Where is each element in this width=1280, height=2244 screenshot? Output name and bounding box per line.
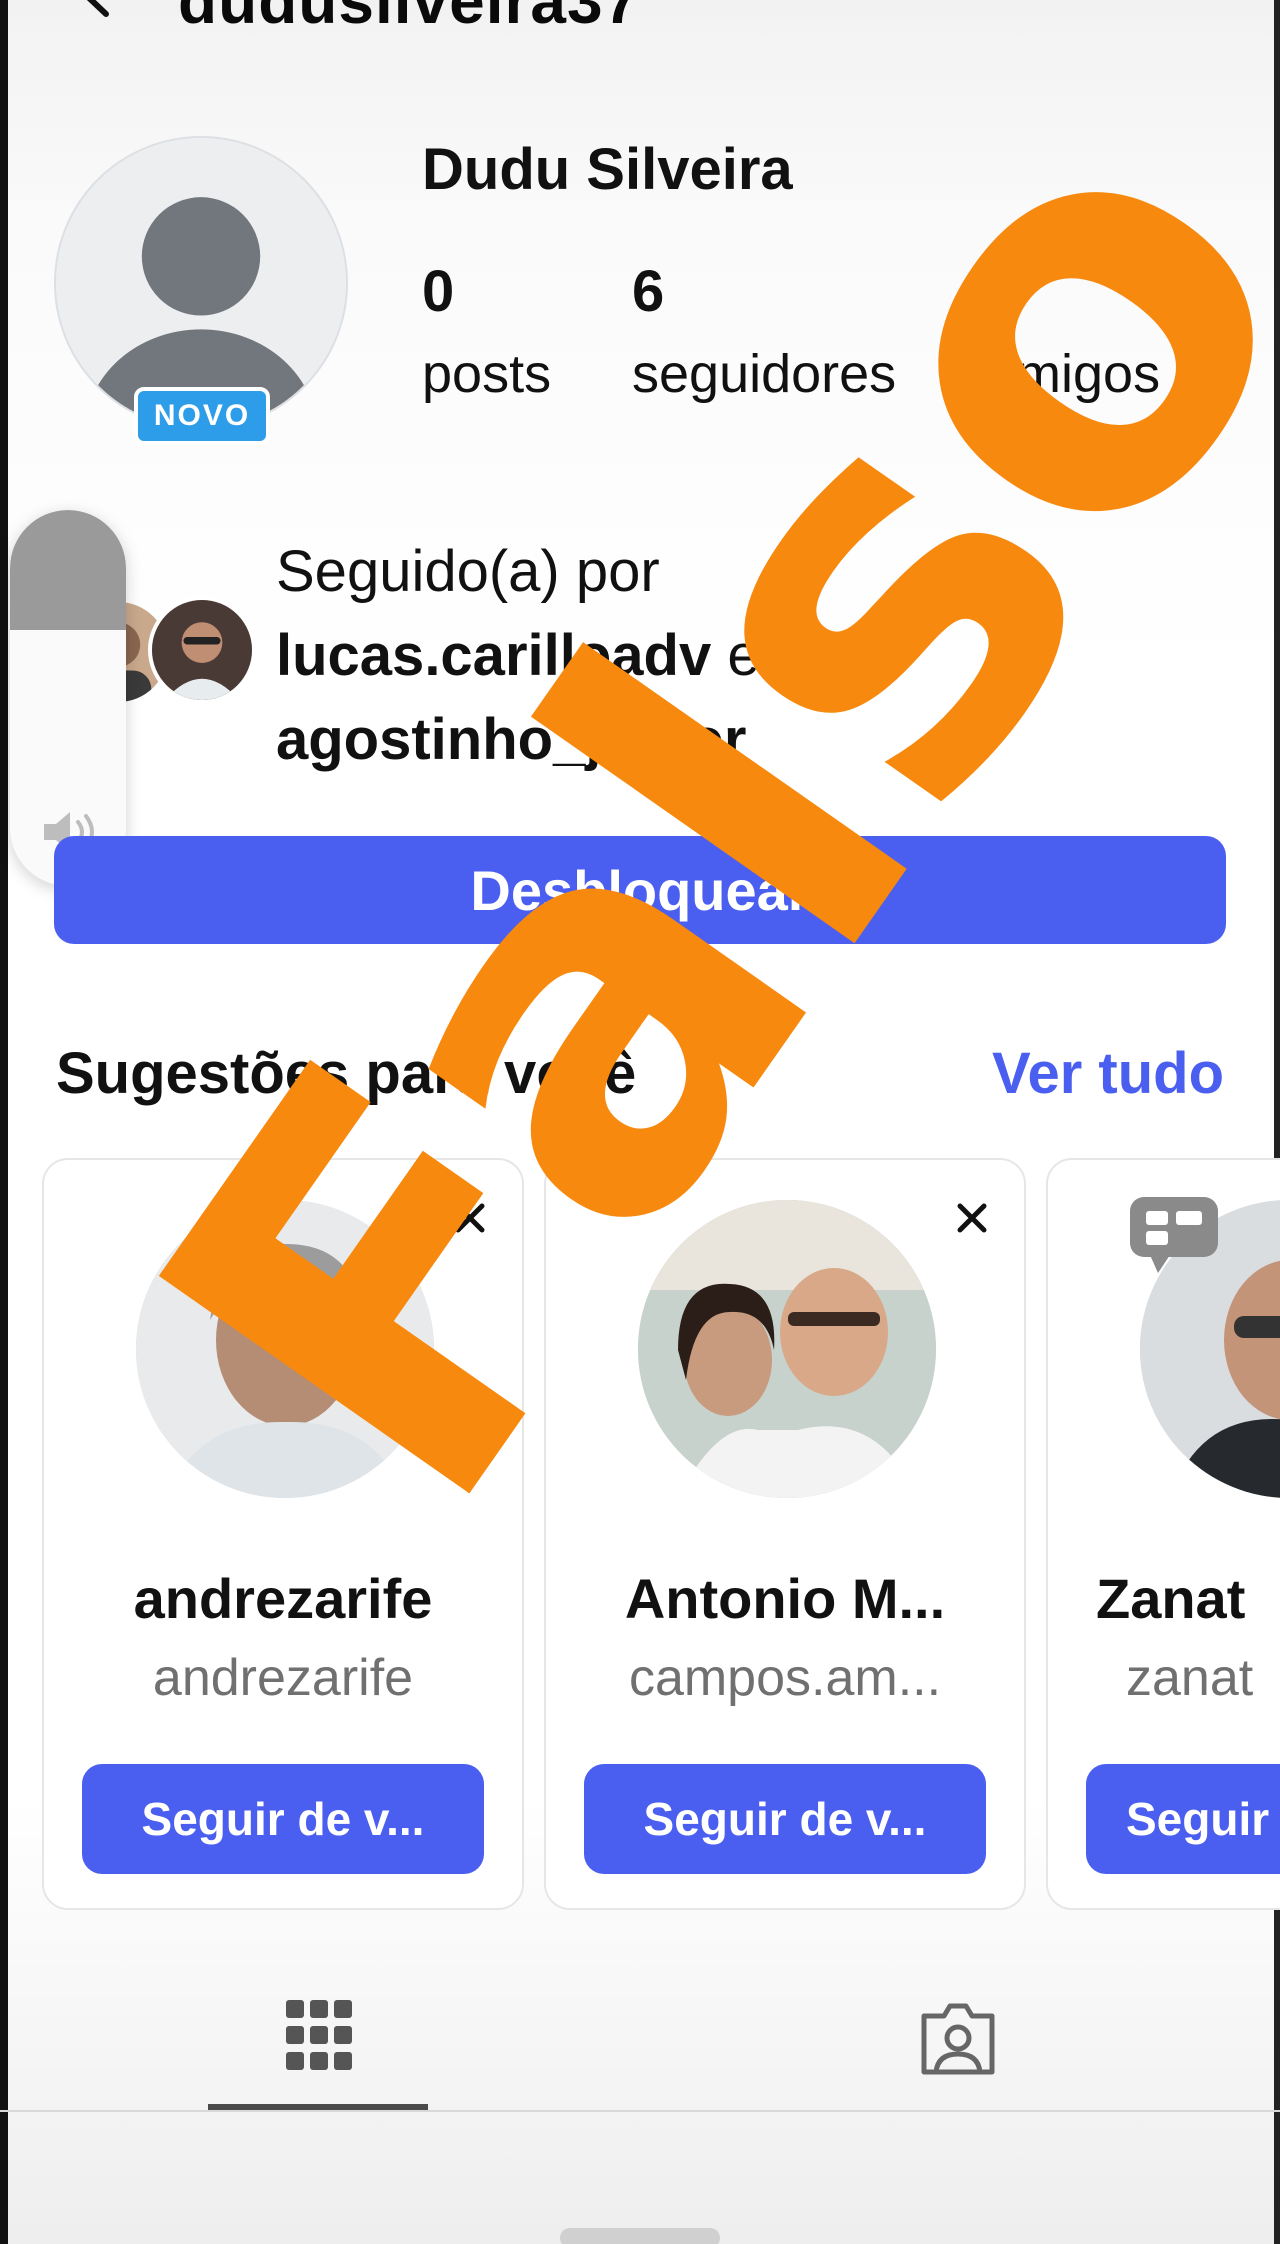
back-arrow-icon[interactable] — [72, 0, 122, 20]
tagged-photos-icon[interactable] — [916, 1996, 1000, 2080]
unblock-button[interactable]: Desbloquear — [54, 836, 1226, 944]
follower-photo-2 — [152, 600, 252, 700]
dismiss-icon[interactable] — [448, 1196, 492, 1240]
followed-by-line: lucas.carilloadv e — [276, 622, 760, 689]
followers-count[interactable]: 6 — [632, 258, 664, 325]
followed-by-prefix: Seguido(a) por — [276, 539, 660, 604]
suggestion-photo-image — [638, 1200, 936, 1498]
volume-slider[interactable] — [10, 510, 126, 886]
follower-link-2[interactable]: agostinho_junior — [276, 706, 746, 773]
see-all-link[interactable]: Ver tudo — [992, 1040, 1224, 1107]
dismiss-icon[interactable] — [950, 1196, 994, 1240]
followers-label[interactable]: seguidores — [632, 343, 896, 405]
top-bar: dudusilveira37 — [0, 0, 1280, 40]
suggestion-card[interactable]: Antonio M... campos.am... Seguir de v... — [544, 1158, 1026, 1910]
suggestion-photo-image — [136, 1200, 434, 1498]
suggestion-name[interactable]: Antonio M... — [546, 1566, 1024, 1631]
follow-back-button[interactable]: Seguir de v... — [82, 1764, 484, 1874]
follower-avatar-2[interactable] — [148, 596, 256, 704]
profile-display-name: Dudu Silveira — [422, 137, 793, 202]
follow-back-button[interactable]: Seguir de v... — [584, 1764, 986, 1874]
follower-link-1[interactable]: lucas.carilloadv — [276, 623, 711, 688]
grid-icon[interactable] — [284, 1996, 354, 2076]
suggestion-photo[interactable] — [136, 1200, 434, 1498]
posts-count: 0 — [422, 259, 455, 324]
default-avatar-icon — [56, 138, 346, 428]
device-edge-left — [0, 0, 8, 2244]
tab-divider — [0, 2110, 1280, 2112]
suggestions-title: Sugestões para você — [56, 1041, 637, 1106]
friends-count[interactable]: 6 — [986, 258, 1018, 325]
friends-label[interactable]: amigos — [986, 343, 1160, 405]
profile-screen: dudusilveira37 NOVO Dudu Silveira 0 post… — [0, 0, 1280, 2244]
profile-username: dudusilveira37 — [178, 0, 641, 37]
suggestion-name[interactable]: andrezarife — [44, 1566, 522, 1631]
suggestion-card[interactable]: andrezarife andrezarife Seguir de v... — [42, 1158, 524, 1910]
new-account-badge: NOVO — [134, 387, 270, 445]
posts-label: posts — [422, 344, 552, 404]
followed-by-conjunction: e — [727, 623, 760, 688]
profile-avatar[interactable] — [54, 136, 348, 430]
suggestion-handle: campos.am... — [628, 1649, 942, 1707]
suggestion-name[interactable]: Zanat — [1048, 1566, 1280, 1631]
suggestion-handle: andrezarife — [152, 1649, 414, 1707]
follow-back-button[interactable]: Seguir — [1086, 1764, 1280, 1874]
volume-level — [10, 510, 126, 630]
suggestion-photo[interactable] — [638, 1200, 936, 1498]
home-indicator — [560, 2228, 720, 2244]
chat-bubble-icon[interactable] — [1128, 1195, 1220, 1277]
suggestion-handle: zanat — [1126, 1649, 1254, 1707]
